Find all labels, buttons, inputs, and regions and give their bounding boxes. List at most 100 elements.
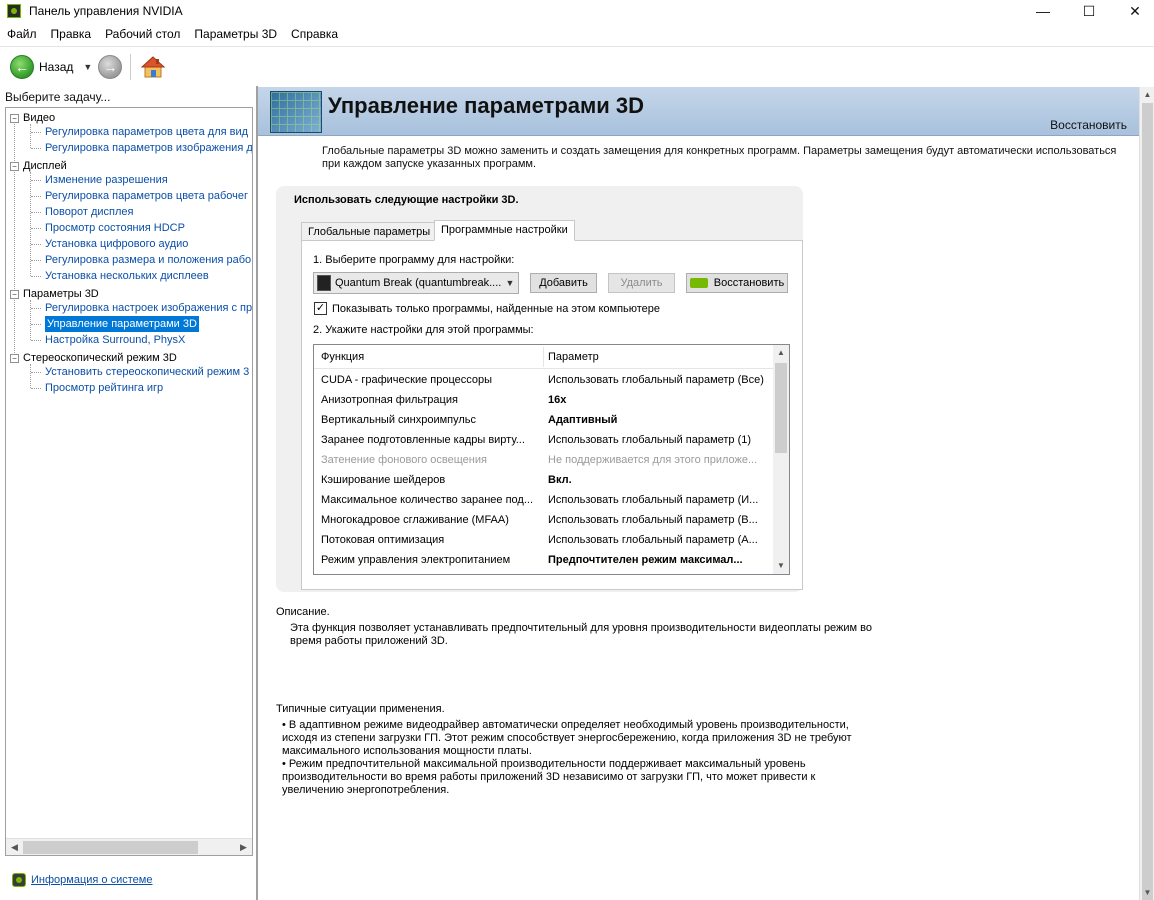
grid-row[interactable]: Многокадровое сглаживание (MFAA) Использо… xyxy=(314,510,774,530)
collapse-icon[interactable]: − xyxy=(10,161,19,171)
page-banner: Управление параметрами 3D Восстановить xyxy=(258,87,1139,136)
collapse-icon[interactable]: − xyxy=(10,353,19,363)
nvidia-app-icon xyxy=(7,4,21,18)
scroll-right-icon[interactable]: ▶ xyxy=(235,839,252,856)
grid-cell-setting[interactable]: Использовать глобальный параметр (А... xyxy=(548,530,766,550)
grid-row[interactable]: Затенение фонового освещения Не поддержив… xyxy=(314,450,774,470)
grid-cell-setting[interactable]: Использовать глобальный параметр (И... xyxy=(548,490,766,510)
restore-defaults-link[interactable]: Восстановить xyxy=(1050,118,1127,132)
menu-edit[interactable]: Правка xyxy=(44,24,99,44)
step2-label: 2. Укажите настройки для этой программы: xyxy=(313,324,534,336)
task-pane-header: Выберите задачу... xyxy=(5,90,111,104)
tree-item-manage-3d-settings[interactable]: Управление параметрами 3D xyxy=(45,316,199,332)
tree-item-desktop-color[interactable]: Регулировка параметров цвета рабочег xyxy=(45,188,248,204)
scroll-down-icon[interactable]: ▼ xyxy=(773,558,789,574)
tree-item-hdcp-status[interactable]: Просмотр состояния HDCP xyxy=(45,220,185,236)
tree-item-setup-stereoscopic[interactable]: Установить стереоскопический режим 3 xyxy=(45,364,249,380)
grid-cell-setting[interactable]: 16x xyxy=(548,390,766,410)
grid-header: Функция Параметр xyxy=(314,345,774,369)
menu-file[interactable]: Файл xyxy=(0,24,44,44)
back-button-label[interactable]: Назад xyxy=(39,60,73,74)
grid-row[interactable]: Режим управления электропитанием Предпочт… xyxy=(314,550,774,570)
scroll-down-icon[interactable]: ▼ xyxy=(1140,885,1154,900)
show-only-found-checkbox[interactable]: ✓ xyxy=(314,302,327,315)
grid-cell-setting[interactable]: Использовать глобальный параметр (Все) xyxy=(548,370,766,390)
grid-vertical-scrollbar[interactable]: ▲ ▼ xyxy=(773,345,789,574)
column-feature[interactable]: Функция xyxy=(321,351,364,363)
tree-item-multiple-displays[interactable]: Установка нескольких дисплеев xyxy=(45,268,209,284)
tree-item-video-image[interactable]: Регулировка параметров изображения д xyxy=(45,140,252,156)
grid-row[interactable]: Максимальное количество заранее под... Ис… xyxy=(314,490,774,510)
column-setting[interactable]: Параметр xyxy=(548,351,599,363)
grid-cell-setting[interactable]: Использовать глобальный параметр (1) xyxy=(548,430,766,450)
scroll-left-icon[interactable]: ◀ xyxy=(6,839,23,856)
grid-cell-feature: Потоковая оптимизация xyxy=(321,534,445,546)
grid-cell-feature: Затенение фонового освещения xyxy=(321,454,487,466)
3d-settings-icon xyxy=(270,91,322,133)
typical-usage-label: Типичные ситуации применения. xyxy=(276,703,445,715)
tree-item-game-ratings[interactable]: Просмотр рейтинга игр xyxy=(45,380,163,396)
tree-item-change-resolution[interactable]: Изменение разрешения xyxy=(45,172,168,188)
grid-cell-setting[interactable]: Не поддерживается для этого приложе... xyxy=(548,450,766,470)
scroll-thumb[interactable] xyxy=(775,363,787,453)
tab-program-settings[interactable]: Программные настройки xyxy=(434,220,575,241)
window-title: Панель управления NVIDIA xyxy=(29,4,183,18)
grid-row[interactable]: CUDA - графические процессоры Использоват… xyxy=(314,370,774,390)
restore-program-button[interactable]: Восстановить xyxy=(686,273,788,293)
tree-item-video-color[interactable]: Регулировка параметров цвета для вид xyxy=(45,124,248,140)
add-program-button[interactable]: Добавить xyxy=(530,273,597,293)
forward-arrow-icon[interactable]: → xyxy=(98,54,123,79)
pane-splitter[interactable] xyxy=(256,86,258,900)
page-title: Управление параметрами 3D xyxy=(328,93,645,118)
grid-cell-setting[interactable]: Использовать глобальный параметр (В... xyxy=(548,510,766,530)
system-info-icon xyxy=(12,873,26,887)
show-only-found-label: Показывать только программы, найденные н… xyxy=(332,303,661,315)
program-select[interactable]: Quantum Break (quantumbreak.... ▼ xyxy=(313,272,519,294)
menu-desktop[interactable]: Рабочий стол xyxy=(98,24,187,44)
scroll-thumb[interactable] xyxy=(23,841,198,854)
grid-row[interactable]: Вертикальный синхроимпульс Адаптивный xyxy=(314,410,774,430)
page-vertical-scrollbar[interactable]: ▲ ▼ xyxy=(1139,87,1154,900)
system-info-link-row: Информация о системе xyxy=(12,873,152,887)
title-bar: Панель управления NVIDIA — ☐ ✕ xyxy=(0,0,1154,22)
grid-cell-setting[interactable]: Предпочтителен режим максимал... xyxy=(548,550,766,570)
back-arrow-icon[interactable]: ← xyxy=(10,54,34,79)
remove-program-button[interactable]: Удалить xyxy=(608,273,675,293)
toolbar: ← Назад ▼ → xyxy=(0,46,1154,86)
task-tree: − Видео Регулировка параметров цвета для… xyxy=(5,107,253,856)
grid-cell-setting[interactable]: Вкл. xyxy=(548,470,766,490)
system-info-link[interactable]: Информация о системе xyxy=(31,874,152,886)
tree-item-digital-audio[interactable]: Установка цифрового аудио xyxy=(45,236,188,252)
tree-item-desktop-size[interactable]: Регулировка размера и положения рабо xyxy=(45,252,251,268)
tree-item-image-settings-preview[interactable]: Регулировка настроек изображения с пр xyxy=(45,300,252,316)
grid-row[interactable]: Анизотропная фильтрация 16x xyxy=(314,390,774,410)
typical-usage-item: • В адаптивном режиме видеодрайвер автом… xyxy=(282,719,852,757)
scroll-up-icon[interactable]: ▲ xyxy=(773,345,789,361)
home-icon[interactable] xyxy=(141,55,166,79)
maximize-button[interactable]: ☐ xyxy=(1066,0,1112,22)
menu-help[interactable]: Справка xyxy=(284,24,345,44)
grid-cell-feature: Режим управления электропитанием xyxy=(321,554,511,566)
grid-cell-setting[interactable]: Адаптивный xyxy=(548,410,766,430)
scroll-thumb[interactable] xyxy=(1142,103,1153,900)
tree-item-surround-physx[interactable]: Настройка Surround, PhysX xyxy=(45,332,185,348)
grid-row[interactable]: Потоковая оптимизация Использовать глобал… xyxy=(314,530,774,550)
grid-row[interactable]: Заранее подготовленные кадры вирту... Исп… xyxy=(314,430,774,450)
back-dropdown-icon[interactable]: ▼ xyxy=(83,62,92,72)
grid-cell-feature: Заранее подготовленные кадры вирту... xyxy=(321,434,525,446)
tree-horizontal-scrollbar[interactable]: ◀ ▶ xyxy=(6,838,252,855)
tab-global-settings[interactable]: Глобальные параметры xyxy=(301,222,438,242)
program-icon xyxy=(317,275,331,291)
collapse-icon[interactable]: − xyxy=(10,289,19,299)
chevron-down-icon[interactable]: ▼ xyxy=(502,278,518,288)
grid-row[interactable]: Кэширование шейдеров Вкл. xyxy=(314,470,774,490)
scroll-up-icon[interactable]: ▲ xyxy=(1140,87,1154,102)
grid-cell-feature: CUDA - графические процессоры xyxy=(321,374,493,386)
menu-3d-settings[interactable]: Параметры 3D xyxy=(187,24,284,44)
minimize-button[interactable]: — xyxy=(1020,0,1066,22)
collapse-icon[interactable]: − xyxy=(10,113,19,123)
description-label: Описание. xyxy=(276,606,330,618)
close-button[interactable]: ✕ xyxy=(1112,0,1154,22)
grid-cell-feature: Кэширование шейдеров xyxy=(321,474,446,486)
tree-item-rotate-display[interactable]: Поворот дисплея xyxy=(45,204,133,220)
